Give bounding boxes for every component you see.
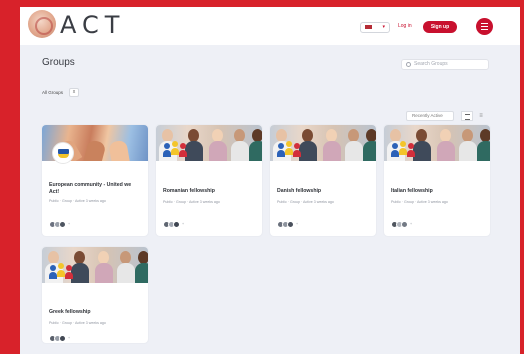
group-meta: Public · Group · Active 3 weeks ago	[163, 200, 220, 204]
logo-text[interactable]: ACT	[60, 11, 125, 39]
sort-select[interactable]: Recently Active	[406, 111, 454, 121]
group-title[interactable]: European community - United we Act!	[49, 182, 141, 196]
group-meta: Public · Group · Active 3 weeks ago	[49, 199, 106, 203]
member-avatars: +	[49, 221, 89, 229]
sort-label: Recently Active	[412, 113, 443, 118]
members-more: +	[410, 222, 413, 226]
group-card[interactable]: Romanian fellowship Public · Group · Act…	[156, 125, 262, 236]
logo-icon[interactable]	[28, 10, 56, 38]
avatar	[173, 221, 180, 228]
member-avatars: +	[277, 221, 317, 229]
group-meta: Public · Group · Active 3 weeks ago	[49, 321, 106, 325]
language-selector[interactable]: ▾	[360, 22, 390, 33]
members-more: +	[68, 336, 71, 340]
group-title[interactable]: Danish fellowship	[277, 188, 369, 195]
avatar	[59, 335, 66, 342]
member-avatars: +	[163, 221, 203, 229]
group-meta: Public · Group · Active 3 weeks ago	[391, 200, 448, 204]
group-title[interactable]: Romanian fellowship	[163, 188, 255, 195]
people-icon	[275, 141, 305, 161]
page-title: Groups	[42, 57, 75, 68]
search-icon	[406, 62, 411, 67]
search-placeholder: Search Groups	[414, 61, 448, 67]
people-icon	[389, 141, 419, 161]
avatar	[401, 221, 408, 228]
filter-count-badge: x	[69, 88, 79, 97]
avatar	[287, 221, 294, 228]
flag-icon	[365, 24, 372, 29]
member-avatars: +	[49, 335, 89, 343]
group-card[interactable]: Italian fellowship Public · Group · Acti…	[384, 125, 490, 236]
group-title[interactable]: Greek fellowship	[49, 309, 141, 316]
signup-button[interactable]: Sign up	[423, 21, 457, 33]
group-card[interactable]: Danish fellowship Public · Group · Activ…	[270, 125, 376, 236]
chevron-down-icon: ▾	[382, 24, 385, 30]
people-icon	[161, 141, 191, 161]
app-screen: ACT ▾ Log in Sign up Groups Search Group…	[20, 7, 520, 354]
members-more: +	[68, 222, 71, 226]
people-icon	[47, 263, 77, 283]
group-card[interactable]: Greek fellowship Public · Group · Active…	[42, 247, 148, 343]
filter-tab-all-groups[interactable]: All Groups	[42, 90, 63, 95]
search-input[interactable]: Search Groups	[401, 59, 489, 70]
top-navigation-bar: ACT ▾ Log in Sign up	[20, 7, 520, 45]
list-view-icon[interactable]: ≡	[475, 111, 487, 121]
eu-badge-icon	[52, 142, 74, 164]
group-card[interactable]: European community - United we Act! Publ…	[42, 125, 148, 236]
member-avatars: +	[391, 221, 431, 229]
avatar	[59, 221, 66, 228]
grid-view-icon[interactable]	[461, 111, 473, 121]
menu-icon[interactable]	[476, 18, 493, 35]
members-more: +	[296, 222, 299, 226]
group-meta: Public · Group · Active 3 weeks ago	[277, 200, 334, 204]
group-title[interactable]: Italian fellowship	[391, 188, 483, 195]
login-link[interactable]: Log in	[398, 23, 412, 29]
members-more: +	[182, 222, 185, 226]
